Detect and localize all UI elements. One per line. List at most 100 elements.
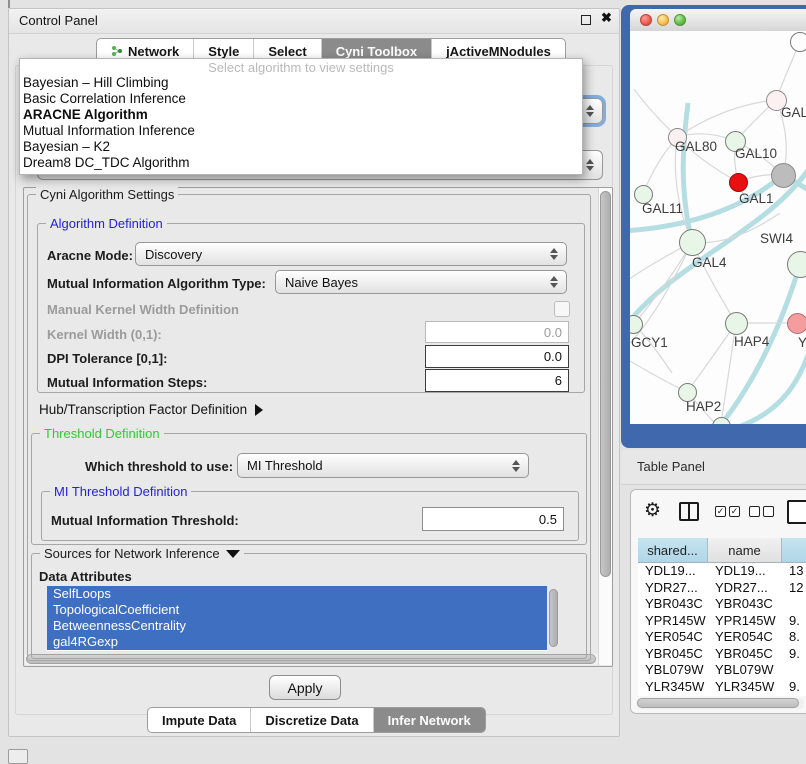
node[interactable] bbox=[790, 32, 806, 52]
network-window-titlebar[interactable] bbox=[630, 9, 806, 32]
list-item[interactable]: SelfLoops bbox=[47, 586, 547, 602]
table-row[interactable]: YBR043C YBR043C bbox=[638, 596, 806, 613]
minimize-traffic-light[interactable] bbox=[657, 14, 669, 26]
column-header-name[interactable]: name bbox=[708, 538, 782, 563]
gear-icon[interactable]: ⚙ bbox=[644, 499, 661, 522]
tab-label: Style bbox=[208, 44, 239, 59]
cell: YBR045C bbox=[638, 646, 708, 663]
tab-impute-data[interactable]: Impute Data bbox=[148, 708, 251, 732]
cell: YBL079W bbox=[638, 662, 708, 679]
table-row[interactable]: YPR145W YPR145W 9. bbox=[638, 613, 806, 630]
node-gal1[interactable] bbox=[729, 173, 748, 192]
float-window-icon[interactable] bbox=[581, 15, 591, 25]
node-label: HAP2 bbox=[686, 399, 721, 414]
mi-steps-label: Mutual Information Steps: bbox=[47, 375, 207, 390]
combo-stepper-icon bbox=[586, 105, 594, 117]
split-columns-icon[interactable] bbox=[679, 502, 699, 521]
cell: YPR145W bbox=[638, 613, 708, 630]
dropdown-item[interactable]: Bayesian – K2 bbox=[20, 139, 582, 155]
column-header-clipped[interactable] bbox=[782, 538, 806, 563]
cell: YLR345W bbox=[708, 679, 782, 696]
vertical-scrollbar[interactable] bbox=[598, 188, 612, 665]
combo-stepper-icon bbox=[550, 248, 558, 260]
cell: YER054C bbox=[708, 629, 782, 646]
network-canvas[interactable]: GAL GAL80 GAL10 GAL1 GAL11 SWI4 GAL4 GCY… bbox=[630, 31, 806, 424]
cell: YLR345W bbox=[638, 679, 708, 696]
combo-stepper-icon bbox=[550, 276, 558, 288]
mi-threshold-field[interactable]: 0.5 bbox=[422, 507, 564, 531]
column-header-shared-name[interactable]: shared... bbox=[638, 538, 708, 563]
table-row[interactable]: YDR27... YDR27... 12 bbox=[638, 580, 806, 597]
list-item[interactable]: TopologicalCoefficient bbox=[47, 602, 547, 618]
table-row[interactable]: YBR045C YBR045C 9. bbox=[638, 646, 806, 663]
close-icon[interactable]: ✖ bbox=[601, 10, 612, 26]
group-title: MI Threshold Definition bbox=[50, 484, 191, 499]
table-horizontal-scrollbar[interactable] bbox=[636, 698, 804, 709]
node-gray[interactable] bbox=[771, 163, 796, 188]
apply-button[interactable]: Apply bbox=[269, 675, 341, 700]
cell: YDR27... bbox=[708, 580, 782, 597]
dropdown-item-aracne[interactable]: ARACNE Algorithm bbox=[20, 107, 582, 123]
table-row[interactable]: YDL19... YDL19... 13 bbox=[638, 563, 806, 580]
hub-definition-toggle[interactable]: Hub/Transcription Factor Definition bbox=[39, 402, 263, 417]
node-label: GAL bbox=[781, 105, 806, 120]
table-row[interactable]: YER054C YER054C 8. bbox=[638, 629, 806, 646]
table-row[interactable]: YBL079W YBL079W bbox=[638, 662, 806, 679]
network-view-window: GAL GAL80 GAL10 GAL1 GAL11 SWI4 GAL4 GCY… bbox=[621, 5, 806, 448]
list-scrollbar-thumb[interactable] bbox=[549, 589, 558, 647]
window-edge-fragment bbox=[8, 0, 10, 8]
tab-discretize-data[interactable]: Discretize Data bbox=[251, 708, 373, 732]
cell: 8. bbox=[782, 629, 806, 646]
cell: YBL079W bbox=[708, 662, 782, 679]
list-item[interactable]: BetweennessCentrality bbox=[47, 618, 547, 634]
table-panel-title: Table Panel bbox=[637, 459, 705, 474]
collapse-down-icon[interactable] bbox=[226, 550, 240, 558]
dropdown-item[interactable]: Bayesian – Hill Climbing bbox=[20, 75, 582, 91]
dropdown-item[interactable]: Dream8 DC_TDC Algorithm bbox=[20, 155, 582, 171]
tab-label: Select bbox=[268, 44, 306, 59]
dropdown-hint: Select algorithm to view settings bbox=[20, 60, 582, 75]
kernel-width-field[interactable]: 0.0 bbox=[425, 321, 569, 343]
cell bbox=[782, 596, 806, 613]
tab-infer-network[interactable]: Infer Network bbox=[374, 708, 485, 732]
node-y[interactable] bbox=[787, 313, 806, 334]
function-builder-icon[interactable] bbox=[787, 500, 806, 524]
mi-type-label: Mutual Information Algorithm Type: bbox=[47, 276, 266, 291]
close-traffic-light[interactable] bbox=[640, 14, 652, 26]
node-label: GAL80 bbox=[675, 139, 717, 154]
expand-right-icon[interactable] bbox=[255, 404, 263, 416]
network-icon bbox=[111, 45, 123, 57]
node-hap4[interactable] bbox=[725, 312, 748, 335]
zoom-traffic-light[interactable] bbox=[674, 14, 686, 26]
which-threshold-combo[interactable]: MI Threshold bbox=[237, 453, 529, 478]
combo-stepper-icon bbox=[512, 460, 520, 472]
table-toolbar: ⚙ ✓✓ bbox=[631, 490, 806, 538]
cell: YDL19... bbox=[638, 563, 708, 580]
mi-type-combo[interactable]: Naive Bayes bbox=[275, 270, 567, 294]
aracne-mode-combo[interactable]: Discovery bbox=[135, 242, 567, 266]
hub-definition-label: Hub/Transcription Factor Definition bbox=[39, 402, 247, 417]
cell: 9. bbox=[782, 613, 806, 630]
table-row[interactable]: YLR345W YLR345W 9. bbox=[638, 679, 806, 696]
data-attributes-label: Data Attributes bbox=[39, 569, 132, 584]
tab-label: Infer Network bbox=[388, 713, 471, 728]
data-attributes-list[interactable]: SelfLoops TopologicalCoefficient Between… bbox=[47, 586, 547, 651]
dropdown-item[interactable]: Basic Correlation Inference bbox=[20, 91, 582, 107]
cell: YBR045C bbox=[708, 646, 782, 663]
list-item[interactable]: gal4RGexp bbox=[47, 634, 547, 650]
node-label: GCY1 bbox=[631, 335, 668, 350]
manual-kernel-checkbox[interactable] bbox=[554, 301, 570, 317]
scrollbar-thumb[interactable] bbox=[600, 191, 611, 577]
scrollbar-thumb[interactable] bbox=[637, 698, 799, 708]
mi-steps-field[interactable]: 6 bbox=[425, 369, 569, 392]
column-header-label: name bbox=[728, 543, 761, 558]
node-gal4[interactable] bbox=[679, 229, 706, 256]
dropdown-item[interactable]: Mutual Information Inference bbox=[20, 123, 582, 139]
dpi-tolerance-label: DPI Tolerance [0,1]: bbox=[47, 351, 167, 366]
combo-stepper-icon bbox=[586, 159, 594, 171]
deselect-all-columns-icon[interactable] bbox=[749, 506, 774, 517]
select-all-columns-icon[interactable]: ✓✓ bbox=[715, 506, 740, 517]
combo-value: MI Threshold bbox=[247, 458, 323, 473]
dpi-tolerance-field[interactable]: 0.0 bbox=[425, 345, 569, 368]
table-row[interactable]: YIL052C YIL052C 9 bbox=[638, 695, 806, 696]
